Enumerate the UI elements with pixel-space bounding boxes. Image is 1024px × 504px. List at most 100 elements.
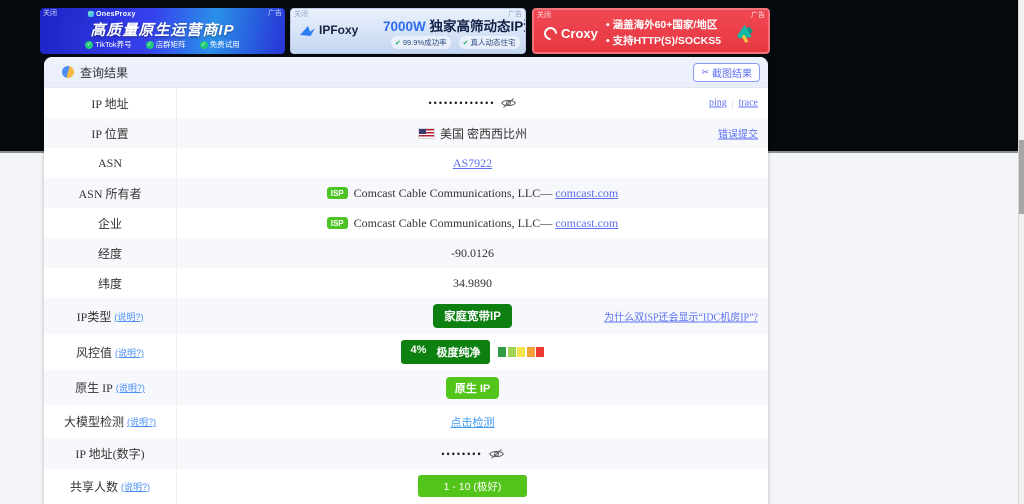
row-label: 纬度	[44, 268, 177, 298]
risk-scale-segment	[536, 347, 544, 357]
croxy-c-icon	[541, 24, 559, 42]
table-row-ip-address: IP 地址 ••••••••••••• ping | trace	[44, 88, 768, 118]
ad-label: 广告	[508, 10, 522, 19]
risk-scale-segment	[517, 347, 525, 357]
screenshot-result-button[interactable]: ✂ 截图结果	[693, 63, 760, 82]
row-value: 点击检测	[177, 405, 768, 438]
eye-off-icon[interactable]	[501, 97, 516, 109]
check-icon: ✓	[146, 41, 154, 49]
comcast-link[interactable]: comcast.com	[555, 186, 618, 201]
native-ip-badge: 原生 IP	[446, 377, 499, 399]
asn-link[interactable]: AS7922	[453, 156, 492, 171]
check-icon: ✓	[200, 41, 208, 49]
table-row-longitude: 经度 -90.0126	[44, 238, 768, 268]
trace-link[interactable]: trace	[739, 98, 758, 109]
banner-close-button[interactable]: 关闭	[43, 9, 57, 18]
company-text: Comcast Cable Communications, LLC—	[354, 216, 553, 231]
table-row-ip-number: IP 地址(数字) ••••••••	[44, 438, 768, 469]
table-row-company: 企业 ISP Comcast Cable Communications, LLC…	[44, 208, 768, 238]
isp-badge: ISP	[327, 217, 348, 229]
banner-feature: ✓TikTok养号	[85, 39, 131, 50]
risk-scale-segment	[527, 347, 535, 357]
table-row-risk-score: 风控值(说明?) 4% 极度纯净	[44, 334, 768, 370]
banner-feature: ✔真人动态住宅	[459, 36, 520, 49]
link-divider: |	[732, 98, 734, 108]
table-row-shared-users: 共享人数(说明?) 1 - 10 (极好)	[44, 469, 768, 503]
row-label: 原生 IP(说明?)	[44, 370, 177, 405]
result-table: IP 地址 ••••••••••••• ping | trace IP 位置 美…	[44, 88, 768, 503]
longitude-value: -90.0126	[451, 246, 494, 261]
banner-bullet: 涵盖海外60+国家/地区	[606, 17, 721, 33]
owner-text: Comcast Cable Communications, LLC—	[354, 186, 553, 201]
row-label: ASN 所有者	[44, 178, 177, 208]
table-row-latitude: 纬度 34.9890	[44, 268, 768, 298]
hint-link[interactable]: (说明?)	[114, 310, 143, 323]
row-label: IP 地址	[44, 88, 177, 118]
table-row-asn: ASN AS7922	[44, 148, 768, 178]
masked-ip-value: •••••••••••••	[429, 98, 496, 108]
row-label: IP 地址(数字)	[44, 438, 177, 469]
row-value: 原生 IP	[177, 370, 768, 405]
banner-bullet: 支持HTTP(S)/SOCKS5	[606, 33, 721, 49]
risk-scale-segment	[498, 347, 506, 357]
ad-label: 广告	[268, 9, 282, 18]
scrollbar-thumb[interactable]	[1019, 140, 1024, 214]
comcast-link[interactable]: comcast.com	[555, 216, 618, 231]
hint-link[interactable]: (说明?)	[127, 415, 156, 428]
onesproxy-logo-icon	[88, 11, 94, 17]
banner-close-button[interactable]: 关闭	[294, 10, 308, 19]
banner-headline: 7000W 独家高筛动态IP池	[383, 15, 526, 35]
ip-type-badge: 家庭宽带IP	[433, 304, 512, 328]
eye-off-icon[interactable]	[489, 448, 504, 460]
risk-scale-bar	[498, 347, 544, 357]
risk-scale-segment	[508, 347, 516, 357]
panel-header: 查询结果 ✂ 截图结果	[44, 57, 768, 88]
ping-link[interactable]: ping	[709, 98, 727, 109]
row-value: AS7922	[177, 148, 768, 178]
megaphone-icon	[734, 20, 760, 46]
scissors-icon: ✂	[701, 67, 709, 78]
row-value: 家庭宽带IP 为什么双ISP还会显示“IDC机房IP”?	[177, 298, 768, 334]
row-value: ••••••••••••• ping | trace	[177, 88, 768, 118]
hint-link[interactable]: (说明?)	[115, 346, 144, 359]
error-report-link[interactable]: 错误提交	[718, 126, 758, 141]
check-icon: ✔	[463, 39, 469, 47]
ad-banner-croxy[interactable]: 关闭 广告 Croxy 涵盖海外60+国家/地区 支持HTTP(S)/SOCKS…	[532, 8, 770, 54]
banner-close-button[interactable]: 关闭	[537, 11, 551, 20]
row-value: 美国 密西西比州 错误提交	[177, 118, 768, 148]
row-value: 4% 极度纯净	[177, 334, 768, 370]
ad-banner-ipfoxy[interactable]: 关闭 广告 IPFoxy 7000W 独家高筛动态IP池 ✔99.9%成功率 ✔…	[290, 8, 526, 54]
ad-label: 广告	[751, 11, 765, 20]
why-idc-link[interactable]: 为什么双ISP还会显示“IDC机房IP”?	[604, 309, 758, 324]
row-value: ISP Comcast Cable Communications, LLC— c…	[177, 208, 768, 238]
onesproxy-brand: OnesProxy	[88, 11, 136, 18]
hint-link[interactable]: (说明?)	[116, 381, 145, 394]
location-text: 美国 密西西比州	[440, 125, 527, 142]
ipfoxy-logo: IPFoxy	[299, 23, 358, 37]
risk-percent: 4%	[411, 344, 427, 360]
row-label: 共享人数(说明?)	[44, 469, 177, 503]
banner-feature-list: ✔99.9%成功率 ✔真人动态住宅	[391, 36, 520, 49]
click-detect-link[interactable]: 点击检测	[451, 414, 495, 430]
row-label: 大模型检测(说明?)	[44, 405, 177, 438]
row-value: ISP Comcast Cable Communications, LLC— c…	[177, 178, 768, 208]
row-value: ••••••••	[177, 438, 768, 469]
table-row-ip-type: IP类型(说明?) 家庭宽带IP 为什么双ISP还会显示“IDC机房IP”?	[44, 298, 768, 334]
row-value: -90.0126	[177, 238, 768, 268]
table-row-llm-check: 大模型检测(说明?) 点击检测	[44, 405, 768, 438]
page-scrollbar[interactable]	[1018, 0, 1024, 504]
masked-ip-number: ••••••••	[441, 449, 482, 459]
query-result-panel: 查询结果 ✂ 截图结果 IP 地址 ••••••••••••• ping | t…	[44, 57, 768, 504]
row-label: ASN	[44, 148, 177, 178]
table-row-ip-location: IP 位置 美国 密西西比州 错误提交	[44, 118, 768, 148]
banner-feature: ✔99.9%成功率	[391, 36, 451, 49]
banner-feature-list: ✓TikTok养号 ✓店群矩阵 ✓免费试用	[40, 39, 285, 50]
shared-users-badge: 1 - 10 (极好)	[418, 475, 528, 497]
table-row-native-ip: 原生 IP(说明?) 原生 IP	[44, 370, 768, 405]
risk-badge: 4% 极度纯净	[401, 340, 491, 364]
hint-link[interactable]: (说明?)	[121, 480, 150, 493]
table-row-asn-owner: ASN 所有者 ISP Comcast Cable Communications…	[44, 178, 768, 208]
check-icon: ✓	[85, 41, 93, 49]
banner-feature: ✓店群矩阵	[146, 39, 186, 50]
ad-banner-onesproxy[interactable]: 关闭 广告 OnesProxy 高质量原生运营商IP ✓TikTok养号 ✓店群…	[40, 8, 285, 54]
